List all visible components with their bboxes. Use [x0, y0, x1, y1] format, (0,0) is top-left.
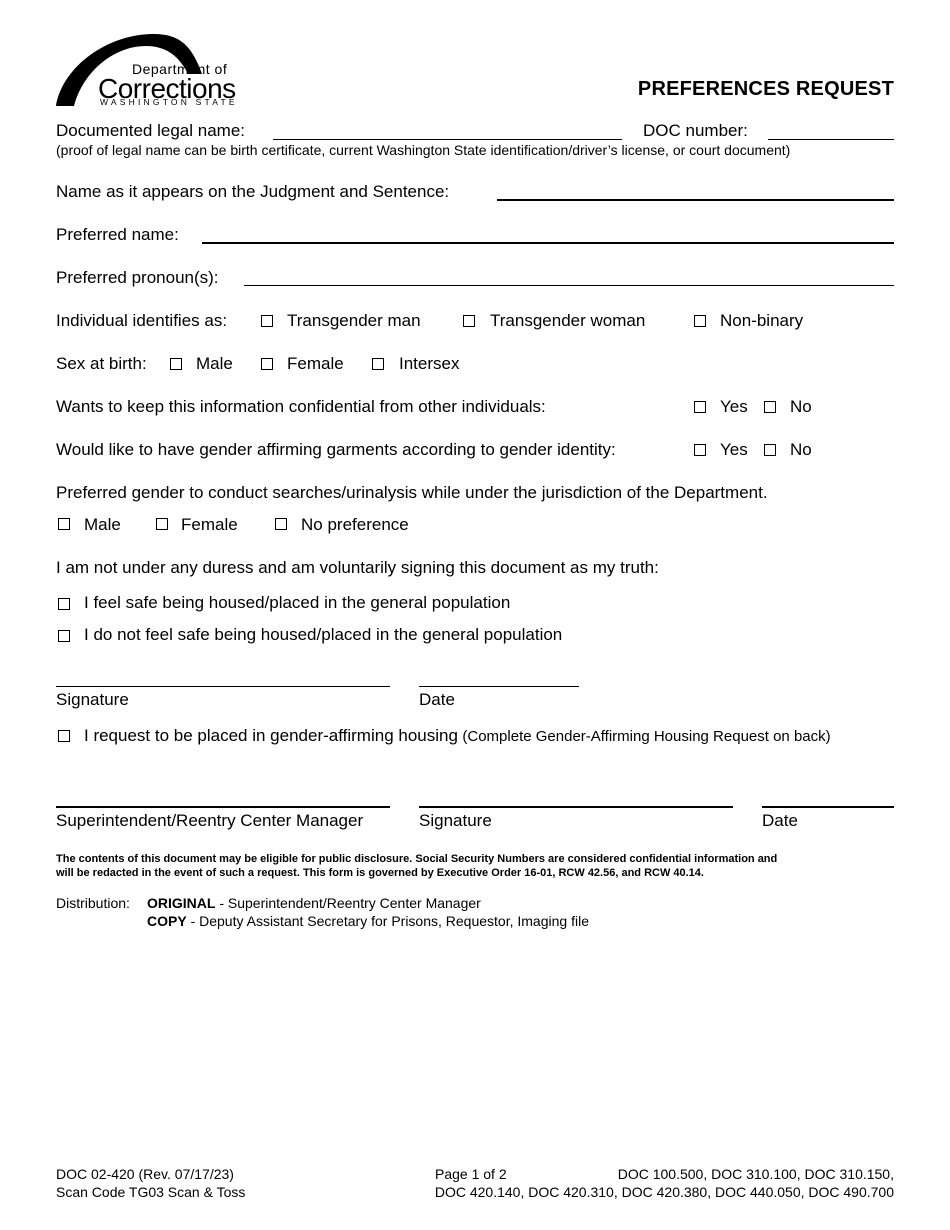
distribution-copy: COPY - Deputy Assistant Secretary for Pr…	[147, 913, 589, 930]
policy-references-2: DOC 420.140, DOC 420.310, DOC 420.380, D…	[434, 1184, 894, 1200]
policy-references-1: DOC 100.500, DOC 310.100, DOC 310.150,	[617, 1166, 894, 1182]
search-no-preference-label: No preference	[301, 515, 409, 534]
birth-female-checkbox[interactable]	[261, 358, 273, 370]
disclosure-line-1: The contents of this document may be eli…	[56, 853, 778, 865]
transgender-woman-label: Transgender woman	[490, 311, 646, 330]
garments-no-label: No	[790, 440, 812, 459]
search-male-checkbox[interactable]	[58, 518, 70, 530]
birth-male-label: Male	[196, 354, 233, 373]
disclosure-line-2: will be redacted in the event of such a …	[56, 867, 704, 879]
distribution-copy-text: - Deputy Assistant Secretary for Prisons…	[186, 913, 589, 929]
housing-request-label: I request to be placed in gender-affirmi…	[84, 726, 458, 745]
preferred-pronouns-field[interactable]	[244, 285, 894, 286]
manager-date-label: Date	[762, 811, 798, 830]
declaration-label: I am not under any duress and am volunta…	[56, 558, 659, 577]
non-binary-label: Non-binary	[720, 311, 804, 330]
searches-label: Preferred gender to conduct searches/uri…	[56, 483, 768, 502]
housing-request-text: I request to be placed in gender-affirmi…	[84, 726, 831, 746]
transgender-woman-checkbox[interactable]	[463, 315, 475, 327]
agency-logo: Department of Corrections WASHINGTON STA…	[56, 30, 246, 108]
signature-label: Signature	[56, 690, 129, 709]
distribution-original-key: ORIGINAL	[147, 895, 216, 911]
preferred-name-label: Preferred name:	[56, 225, 179, 244]
confidential-no-checkbox[interactable]	[764, 401, 776, 413]
garments-no-checkbox[interactable]	[764, 444, 776, 456]
judgment-name-field[interactable]	[497, 199, 894, 201]
date-line[interactable]	[419, 686, 579, 687]
manager-signature-line[interactable]	[419, 806, 733, 808]
legal-name-field[interactable]	[273, 139, 622, 140]
confidential-label: Wants to keep this information confident…	[56, 397, 546, 416]
distribution-copy-key: COPY	[147, 913, 187, 929]
search-male-label: Male	[84, 515, 121, 534]
birth-male-checkbox[interactable]	[170, 358, 182, 370]
manager-label: Superintendent/Reentry Center Manager	[56, 811, 364, 830]
scan-code: Scan Code TG03 Scan & Toss	[56, 1184, 246, 1200]
search-female-label: Female	[181, 515, 238, 534]
form-title: PREFERENCES REQUEST	[637, 78, 894, 100]
page-number: Page 1 of 2	[435, 1166, 507, 1182]
garments-yes-checkbox[interactable]	[694, 444, 706, 456]
non-binary-checkbox[interactable]	[694, 315, 706, 327]
legal-name-label: Documented legal name:	[56, 121, 246, 140]
housing-request-note: (Complete Gender-Affirming Housing Reque…	[462, 728, 831, 745]
date-label: Date	[419, 690, 455, 709]
signature-line[interactable]	[56, 686, 390, 687]
logo-washington-state: WASHINGTON STATE	[100, 97, 238, 107]
manager-date-line[interactable]	[762, 806, 894, 808]
judgment-name-label: Name as it appears on the Judgment and S…	[56, 182, 450, 201]
garments-yes-label: Yes	[720, 440, 748, 459]
preferred-name-field[interactable]	[202, 242, 894, 244]
feel-safe-checkbox[interactable]	[58, 598, 70, 610]
birth-intersex-label: Intersex	[399, 354, 460, 373]
transgender-man-label: Transgender man	[287, 311, 421, 330]
feel-safe-label: I feel safe being housed/placed in the g…	[84, 593, 511, 612]
manager-line[interactable]	[56, 806, 390, 808]
doc-number-field[interactable]	[768, 139, 894, 140]
confidential-yes-label: Yes	[720, 397, 748, 416]
birth-female-label: Female	[287, 354, 344, 373]
confidential-yes-checkbox[interactable]	[694, 401, 706, 413]
distribution-original: ORIGINAL - Superintendent/Reentry Center…	[147, 895, 481, 912]
distribution-original-text: - Superintendent/Reentry Center Manager	[215, 895, 481, 911]
search-female-checkbox[interactable]	[156, 518, 168, 530]
distribution-label: Distribution:	[56, 895, 130, 911]
not-feel-safe-label: I do not feel safe being housed/placed i…	[84, 625, 563, 644]
housing-request-checkbox[interactable]	[58, 730, 70, 742]
birth-intersex-checkbox[interactable]	[372, 358, 384, 370]
legal-name-note: (proof of legal name can be birth certif…	[56, 142, 791, 158]
transgender-man-checkbox[interactable]	[261, 315, 273, 327]
doc-number-label: DOC number:	[643, 121, 748, 140]
search-no-preference-checkbox[interactable]	[275, 518, 287, 530]
garments-label: Would like to have gender affirming garm…	[56, 440, 616, 459]
form-number: DOC 02-420 (Rev. 07/17/23)	[56, 1166, 234, 1182]
identifies-as-label: Individual identifies as:	[56, 311, 228, 330]
confidential-no-label: No	[790, 397, 812, 416]
not-feel-safe-checkbox[interactable]	[58, 630, 70, 642]
sex-at-birth-label: Sex at birth:	[56, 354, 147, 373]
manager-signature-label: Signature	[419, 811, 492, 830]
preferred-pronouns-label: Preferred pronoun(s):	[56, 268, 219, 287]
